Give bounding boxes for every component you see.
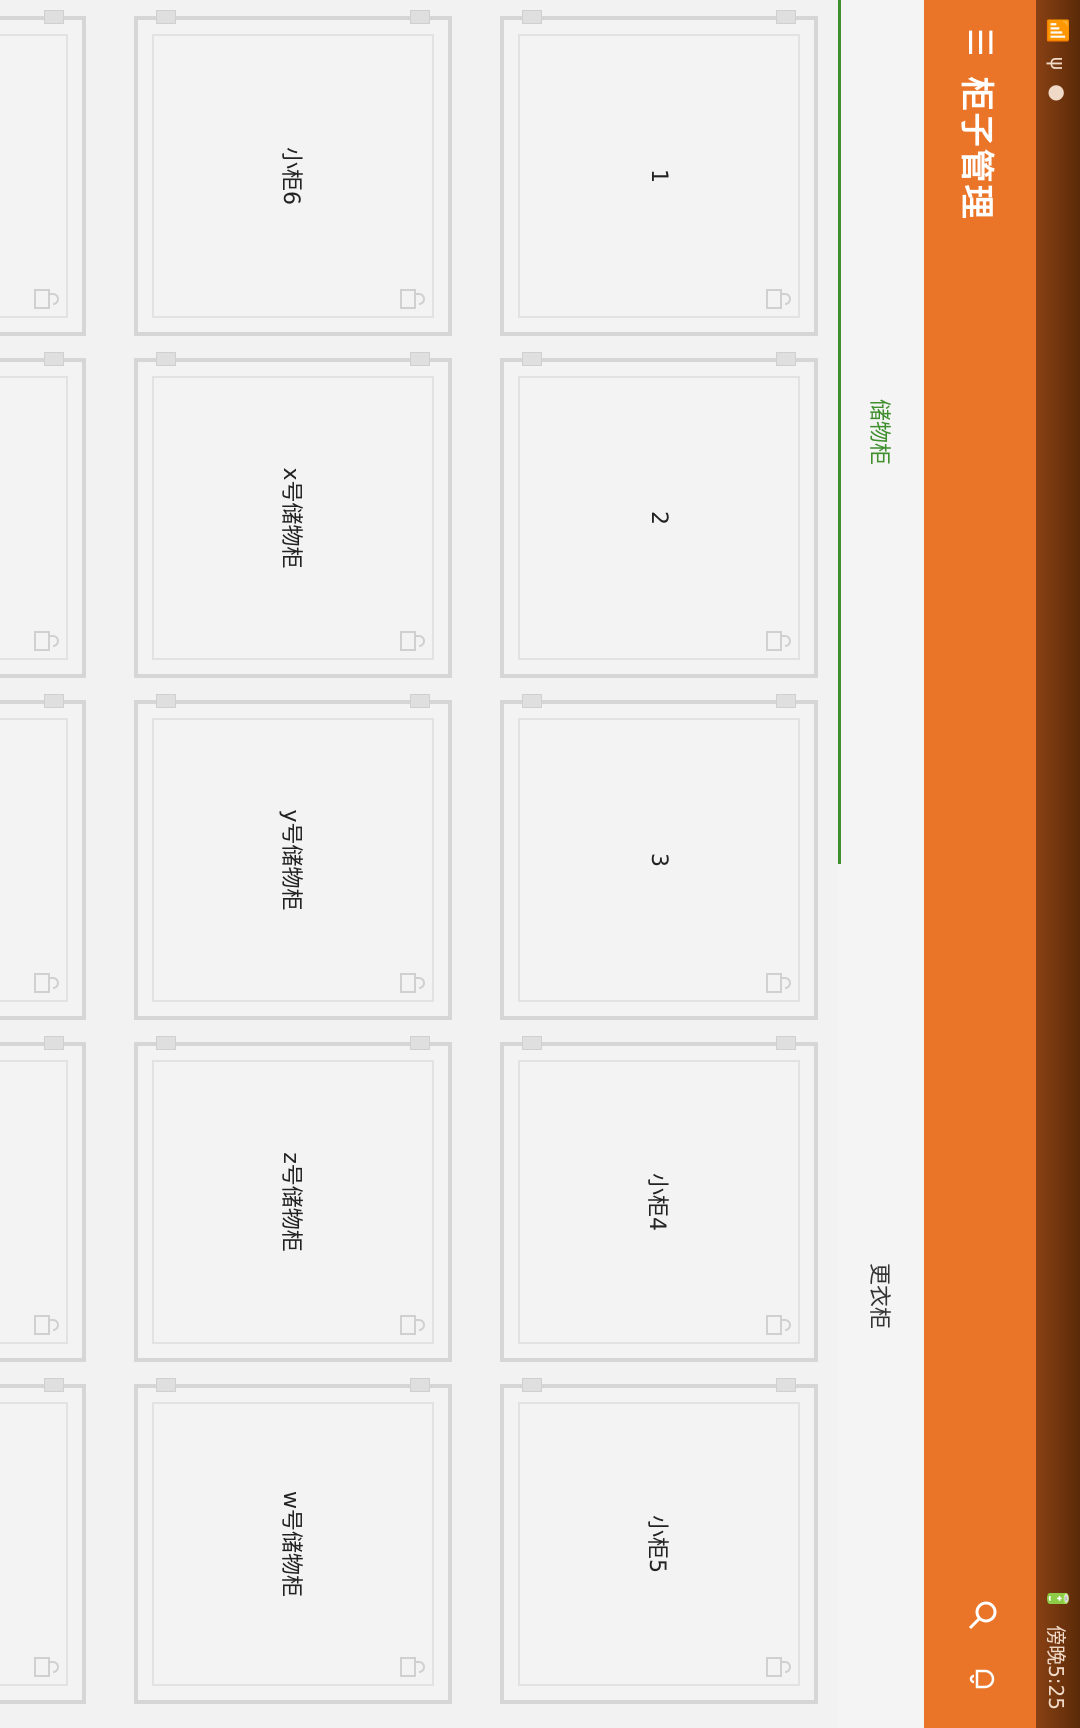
app-bar-left: ☰ 柜子管理: [956, 28, 1005, 221]
locker-grid: 1 2 3 小柜4 小柜5 小柜6 x号储物柜 y号储物柜 z号储物柜 w号储物柜 001号储物柜 0…: [0, 10, 818, 1716]
status-left: 📶 ψ ●: [1046, 18, 1070, 102]
locker-tile[interactable]: 2: [500, 352, 818, 678]
tab-changing-label: 更衣柜: [866, 1262, 891, 1329]
tab-storage[interactable]: 储物柜: [838, 0, 924, 864]
locker-tile[interactable]: x号储物柜: [134, 352, 452, 678]
tab-changing[interactable]: 更衣柜: [838, 864, 924, 1728]
locker-tile[interactable]: y号储物柜: [134, 694, 452, 1020]
search-icon[interactable]: [962, 1600, 998, 1630]
usb-icon: ψ: [1046, 56, 1070, 71]
locker-label: 01: [0, 704, 82, 1016]
locker-label: 03: [0, 1388, 82, 1700]
rotated-app-frame: 📶 ψ ● 🔋 傍晚5:25 ☰ 柜子管理 储物柜 更衣柜 1 2 3 小柜4 …: [0, 0, 1080, 1728]
locker-label: x号储物柜: [278, 467, 303, 569]
locker-tile[interactable]: 3: [500, 694, 818, 1020]
locker-label: 小柜4: [644, 1173, 669, 1231]
locker-label: 02: [0, 1046, 82, 1358]
locker-tile[interactable]: 001号储物柜: [0, 10, 86, 336]
screen: 📶 ψ ● 🔋 傍晚5:25 ☰ 柜子管理 储物柜 更衣柜 1 2 3 小柜4 …: [0, 0, 1080, 1728]
locker-tile[interactable]: 1: [500, 10, 818, 336]
tab-storage-label: 储物柜: [866, 398, 891, 465]
locker-label: 3: [646, 853, 672, 867]
page-title: 柜子管理: [956, 76, 997, 221]
locker-label: w号储物柜: [278, 1491, 303, 1597]
battery-icon: 🔋: [1046, 1586, 1070, 1612]
locker-label: 小柜6: [278, 147, 303, 205]
tab-bar: 储物柜 更衣柜: [838, 0, 924, 1728]
locker-tile[interactable]: 002号储物柜: [0, 352, 86, 678]
menu-icon[interactable]: ☰: [961, 28, 999, 57]
locker-tile[interactable]: w号储物柜: [134, 1378, 452, 1704]
locker-tile[interactable]: 小柜5: [500, 1378, 818, 1704]
locker-label: y号储物柜: [278, 809, 303, 911]
status-time: 傍晚5:25: [1044, 1625, 1069, 1710]
locker-label: 002号储物柜: [0, 362, 82, 674]
locker-tile[interactable]: 01: [0, 694, 86, 1020]
locker-tile[interactable]: 03: [0, 1378, 86, 1704]
wifi-icon: 📶: [1046, 18, 1070, 43]
notification-icon: ●: [1046, 84, 1070, 102]
locker-label: 小柜5: [644, 1515, 669, 1573]
bell-icon[interactable]: [962, 1664, 998, 1694]
locker-label: 001号储物柜: [0, 20, 82, 332]
app-bar-right: [962, 1600, 998, 1694]
locker-label: 2: [646, 511, 672, 525]
locker-label: 1: [646, 169, 672, 183]
status-right: 🔋 傍晚5:25: [1044, 1586, 1073, 1710]
locker-tile[interactable]: 小柜4: [500, 1036, 818, 1362]
locker-tile[interactable]: z号储物柜: [134, 1036, 452, 1362]
locker-label: z号储物柜: [278, 1152, 303, 1252]
status-bar: 📶 ψ ● 🔋 傍晚5:25: [1036, 0, 1080, 1728]
locker-tile[interactable]: 小柜6: [134, 10, 452, 336]
locker-tile[interactable]: 02: [0, 1036, 86, 1362]
app-bar: ☰ 柜子管理: [924, 0, 1036, 1728]
